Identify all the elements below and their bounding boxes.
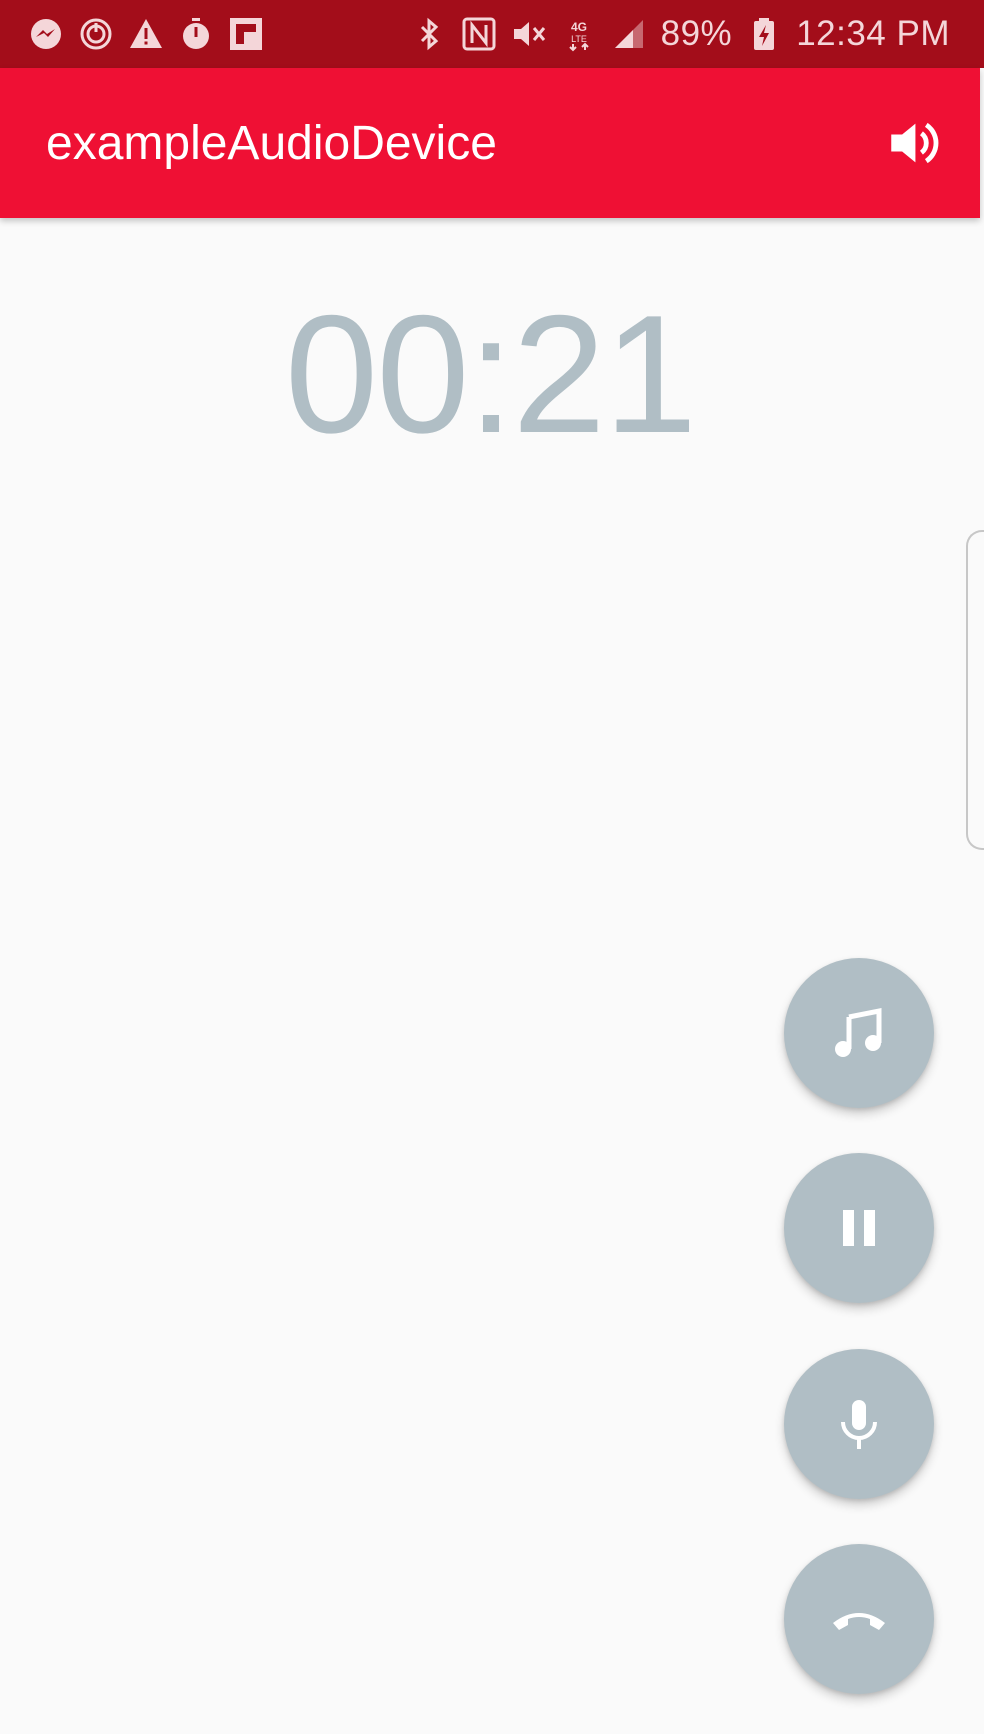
- music-note-icon: [829, 1003, 889, 1063]
- pause-call-button[interactable]: [784, 1153, 934, 1303]
- app-bar: exampleAudioDevice: [0, 68, 980, 218]
- battery-charging-icon: [746, 16, 782, 52]
- battery-percent: 89%: [660, 14, 733, 53]
- signal-icon: [611, 16, 647, 52]
- mute-mic-button[interactable]: [784, 1349, 934, 1499]
- hang-up-icon: [829, 1589, 889, 1649]
- sync-icon: [78, 16, 114, 52]
- nfc-icon: [461, 16, 497, 52]
- app-title: exampleAudioDevice: [46, 117, 497, 170]
- volume-up-icon: [884, 114, 942, 177]
- call-timer: 00:21: [284, 280, 697, 468]
- mic-icon: [829, 1394, 889, 1454]
- hang-up-button[interactable]: [784, 1544, 934, 1694]
- edge-panel-handle[interactable]: [966, 530, 984, 850]
- 4g-lte-icon: 4G LTE: [561, 16, 597, 52]
- flipboard-icon: [228, 16, 264, 52]
- svg-text:4G: 4G: [571, 20, 587, 34]
- app-screen: 4G LTE 89% 12:34 PM exampleAudioDevice 0…: [0, 0, 984, 1734]
- warning-icon: [128, 16, 164, 52]
- vibrate-mute-icon: [511, 16, 547, 52]
- clock: 12:34 PM: [796, 14, 950, 53]
- pause-icon: [829, 1198, 889, 1258]
- notification-icons: [28, 0, 264, 68]
- speaker-toggle-button[interactable]: [880, 112, 946, 178]
- play-music-button[interactable]: [784, 958, 934, 1108]
- status-bar: 4G LTE 89% 12:34 PM: [0, 0, 984, 68]
- stopwatch-icon: [178, 16, 214, 52]
- system-status-icons: 4G LTE 89% 12:34 PM: [411, 0, 950, 68]
- messenger-icon: [28, 16, 64, 52]
- bluetooth-icon: [411, 16, 447, 52]
- svg-text:LTE: LTE: [571, 34, 587, 44]
